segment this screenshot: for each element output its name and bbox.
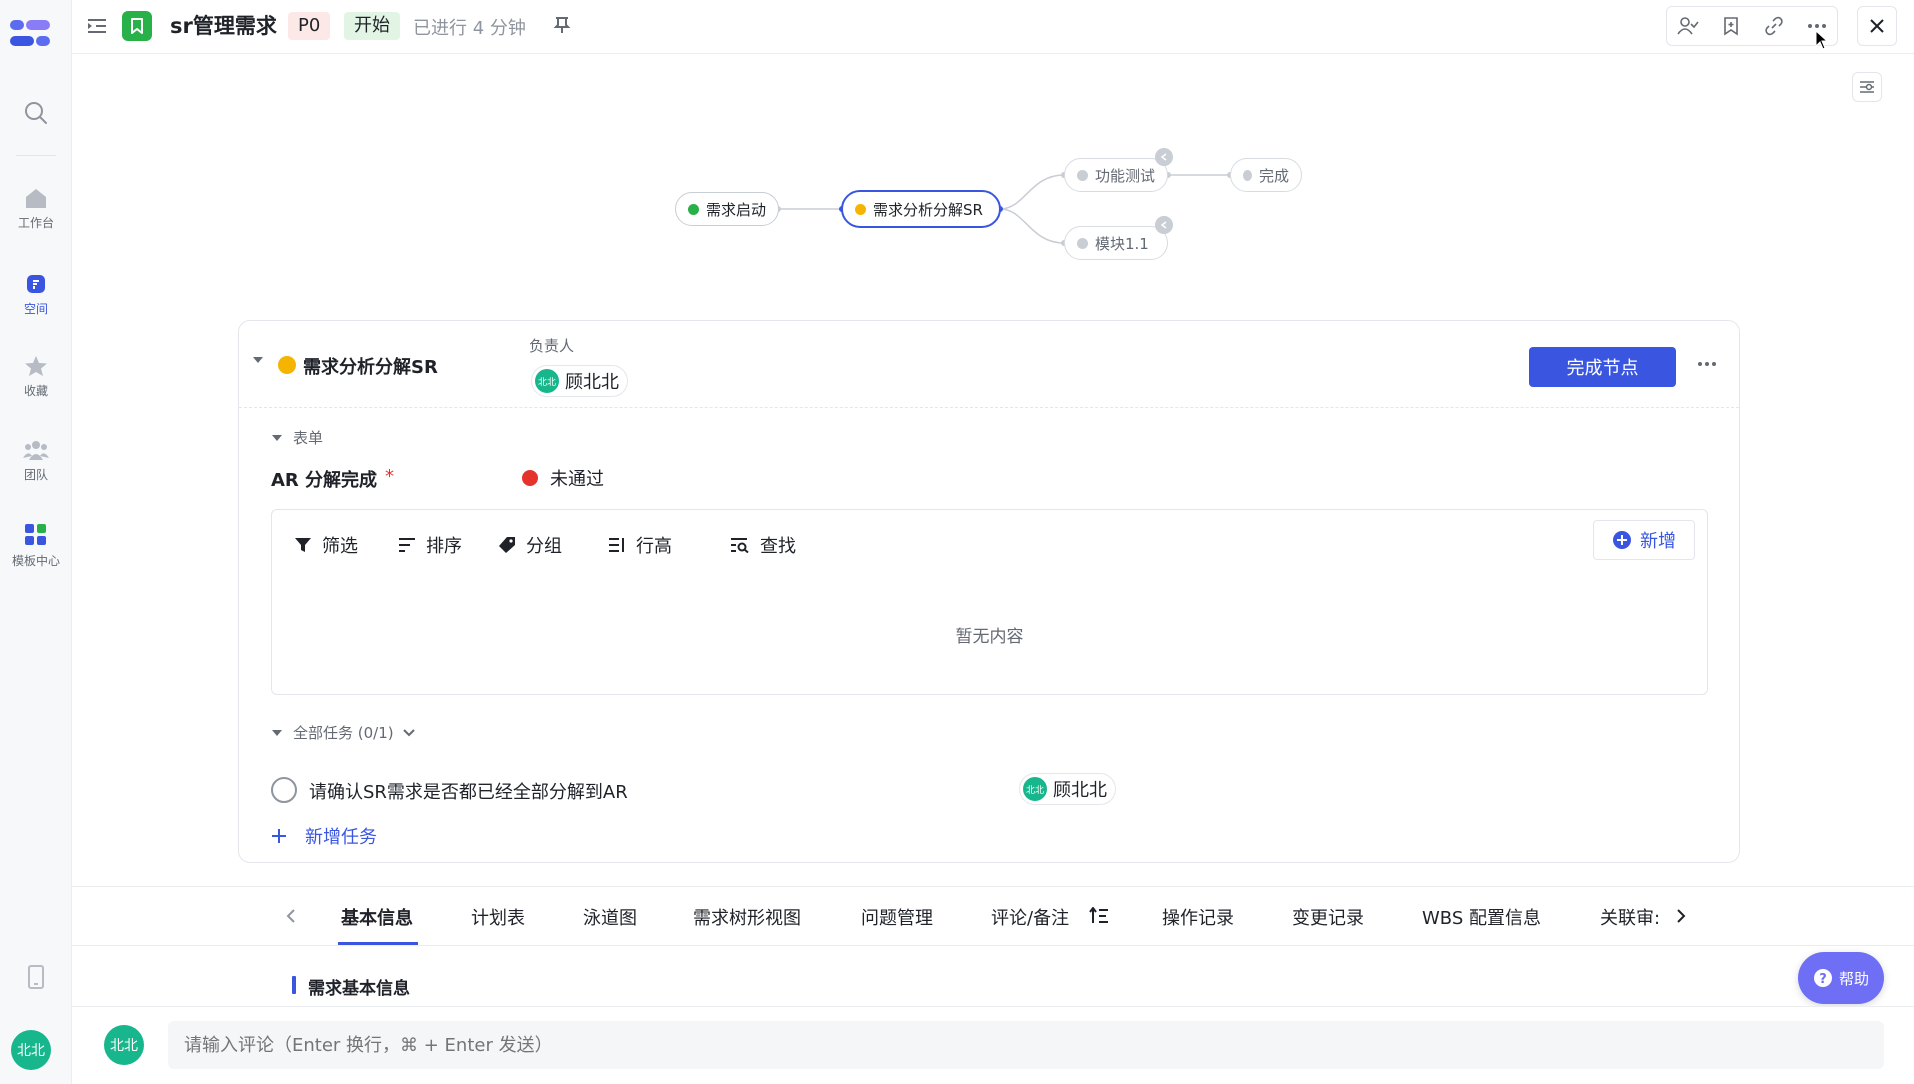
template-grid-icon [25,524,46,545]
row-height-icon [609,538,624,552]
rail-item-team[interactable]: 团队 [0,438,72,483]
task-checkbox[interactable] [271,777,297,803]
assignee-chip[interactable]: 北北 顾北北 [531,365,628,397]
flow-node-done[interactable]: 完成 [1230,158,1302,192]
rail-item-label: 收藏 [23,384,48,398]
status-dot [1243,169,1252,181]
tasks-section-toggle[interactable]: 全部任务 (0/1) [271,722,416,743]
tab-basic-info[interactable]: 基本信息 [341,904,413,930]
tab-plan[interactable]: 计划表 [471,904,525,930]
status-dot [1077,169,1088,181]
avatar: 北北 [1023,777,1047,801]
caret-down-icon [272,729,282,736]
rail-item-favorites[interactable]: 收藏 [0,354,72,399]
comment-input[interactable] [168,1021,1884,1069]
return-badge-icon [1155,216,1173,234]
section-title-bar [292,976,296,994]
team-icon [23,441,49,460]
tabs-scroll-left[interactable] [286,908,296,924]
comment-bar: 北北 [72,1006,1914,1084]
field-label: AR 分解完成 [271,470,378,491]
required-mark: * [385,466,394,487]
section-title: 需求基本信息 [308,979,410,999]
collapse-caret-icon[interactable] [252,355,264,365]
subtable-panel: 筛选 排序 分组 行高 查找 新增 暂无内容 [271,509,1708,695]
tab-comments[interactable]: 评论/备注 [991,904,1069,930]
chevron-left-icon [286,909,295,923]
help-button[interactable]: ? 帮助 [1798,952,1884,1004]
add-record-button[interactable]: 新增 [1593,520,1695,560]
add-task-button[interactable]: 新增任务 [271,823,377,849]
tab-bar: 基本信息 计划表 泳道图 需求树形视图 问题管理 评论/备注 操作记录 变更记录… [72,886,1914,946]
flow-node-analysis[interactable]: 需求分析分解SR [841,190,1001,228]
tab-swimlane[interactable]: 泳道图 [583,904,637,930]
tabs-scroll-right[interactable] [1676,908,1686,924]
plus-circle-icon [1613,531,1631,549]
task-assignee-chip[interactable]: 北北 顾北北 [1019,773,1116,805]
field-value[interactable]: 未通过 [522,465,604,491]
sort-icon [399,538,415,552]
filter-button[interactable]: 筛选 [294,532,358,558]
status-dot [1077,237,1088,249]
return-badge-icon [1155,148,1173,166]
form-section-toggle[interactable]: 表单 [271,427,323,448]
tab-tree-view[interactable]: 需求树形视图 [693,904,801,930]
tag-icon [499,537,515,553]
failed-dot [522,470,538,486]
search-list-icon [731,538,749,553]
status-dot [688,203,699,215]
card-divider [239,407,1739,408]
task-text[interactable]: 请确认SR需求是否都已经全部分解到AR [309,778,628,804]
tab-change-log[interactable]: 变更记录 [1292,904,1364,930]
row-height-button[interactable]: 行高 [608,532,672,558]
caret-down-icon [272,434,282,441]
tab-wbs-config[interactable]: WBS 配置信息 [1422,904,1541,930]
flow-node-start[interactable]: 需求启动 [675,192,779,226]
star-icon [25,356,47,376]
flow-node-function-test[interactable]: 功能测试 [1064,158,1168,192]
user-avatar[interactable]: 北北 [11,1030,51,1070]
active-tab-indicator [338,942,418,945]
complete-node-button[interactable]: 完成节点 [1529,347,1676,387]
status-dot [855,203,866,215]
flow-node-module[interactable]: 模块1.1 [1064,226,1168,260]
card-more-button[interactable] [1697,361,1717,367]
comment-avatar: 北北 [104,1025,144,1065]
tab-operation-log[interactable]: 操作记录 [1162,904,1234,930]
question-circle-icon: ? [1813,969,1832,987]
group-button[interactable]: 分组 [498,532,562,558]
node-detail-card: 需求分析分解SR 负责人 北北 顾北北 完成节点 表单 AR 分解完成 * 未通… [238,320,1740,863]
chevron-down-icon [402,728,415,736]
mobile-icon [28,965,44,989]
svg-text:?: ? [1819,972,1827,987]
plus-icon [272,829,286,843]
chevron-right-icon [1677,909,1686,923]
rail-item-label: 模板中心 [11,554,60,568]
flow-connectors [775,172,1233,246]
tab-issues[interactable]: 问题管理 [861,904,933,930]
rail-item-templates[interactable]: 模板中心 [0,522,72,569]
tab-related[interactable]: 关联审: [1600,904,1660,930]
assignee-label: 负责人 [529,337,575,355]
sort-order-icon[interactable] [1089,907,1109,925]
avatar: 北北 [535,369,559,393]
sort-button[interactable]: 排序 [398,532,462,558]
search-button[interactable]: 查找 [730,532,796,558]
rail-mobile[interactable] [0,964,72,990]
more-horizontal-icon [1698,362,1716,366]
rail-item-label: 团队 [23,468,48,482]
empty-state: 暂无内容 [955,627,1024,647]
filter-icon [295,538,311,552]
rail-item-label: 空间 [23,302,48,316]
node-status-dot [278,356,296,374]
node-title: 需求分析分解SR [303,357,438,378]
